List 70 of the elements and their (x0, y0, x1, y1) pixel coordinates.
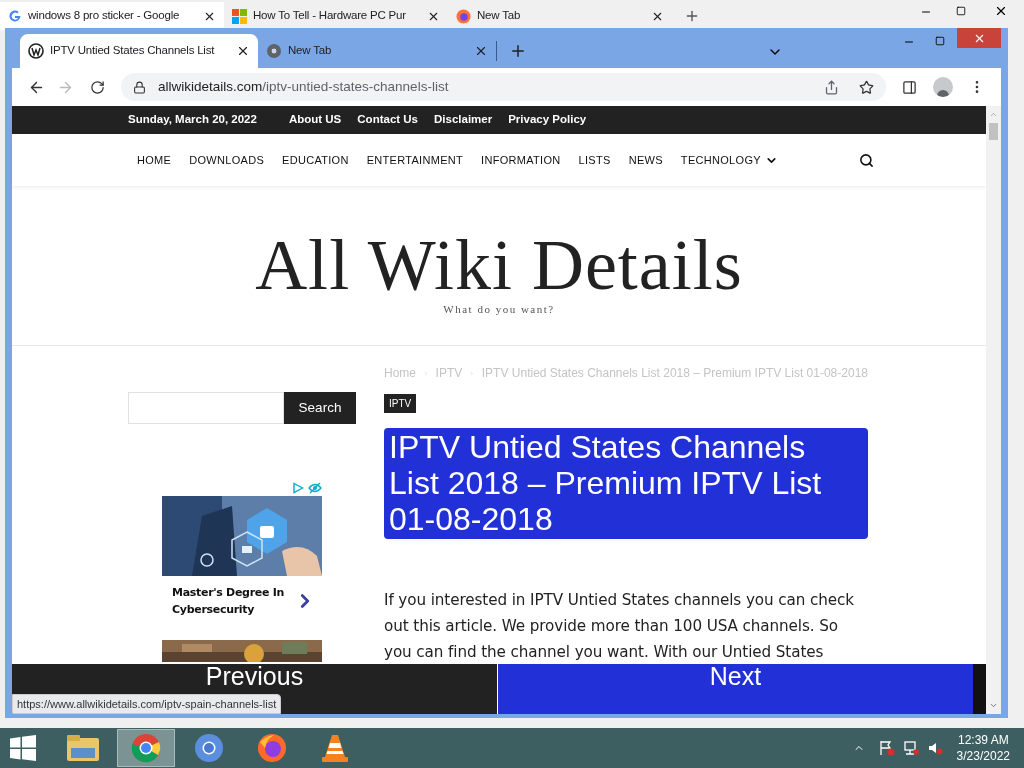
letter-g-icon (8, 9, 22, 23)
flag-icon[interactable] (878, 740, 895, 756)
ring-logo-icon (194, 733, 224, 763)
new-tab-icon[interactable] (684, 8, 700, 24)
nav-link[interactable]: EDUCATION (273, 151, 358, 169)
tab-title: windows 8 pro sticker - Google (28, 8, 180, 24)
nav-link[interactable]: TECHNOLOGY (671, 151, 787, 169)
tab-title: How To Tell - Hardware PC Pur (253, 8, 406, 24)
chrome-logo-icon (131, 733, 161, 763)
maximize-icon[interactable] (935, 36, 945, 46)
bookmark-star-icon[interactable] (859, 79, 874, 95)
new-tab-icon[interactable] (509, 42, 527, 60)
reload-icon[interactable] (90, 79, 105, 95)
address-bar[interactable]: allwikidetails.com/iptv-untied-states-channels-list (121, 73, 886, 101)
search-button[interactable]: Search (284, 392, 356, 424)
article-paragraph: If you interested in IPTV Untied States channels you can check out this article. We provide more than 100 USA channels. So you can find the channel you want. With our Untied States (384, 590, 855, 663)
top-link[interactable]: About US (288, 111, 342, 129)
four-squares-icon (232, 8, 247, 24)
site-logo-title: All Wiki Details (255, 229, 743, 302)
traffic-cone-icon (321, 733, 349, 763)
scrollbar-thumb[interactable] (989, 123, 998, 140)
breadcrumb-current: IPTV Untied States Channels List 2018 – Premium IPTV List 01-08-2018 (481, 365, 868, 382)
share-icon[interactable] (824, 79, 839, 95)
close-icon[interactable] (994, 4, 1008, 18)
next-post-button[interactable]: Next (497, 664, 973, 714)
fox-globe-logo-icon (256, 732, 288, 764)
article-title: IPTV Untied States Channels List 2018 – Premium IPTV List 01-08-2018 (384, 428, 868, 539)
circle-icon (266, 43, 282, 59)
scrollbar[interactable] (986, 106, 1001, 714)
top-link[interactable]: Disclaimer (434, 111, 493, 129)
folder-icon (66, 733, 100, 763)
nav-link[interactable]: NEWS (619, 151, 672, 169)
date-text: Sunday, March 20, 2022 (128, 112, 257, 128)
tab-title: New Tab (477, 8, 521, 24)
close-icon[interactable] (474, 44, 488, 58)
nav-link[interactable]: HOME (128, 151, 181, 169)
browser-tab[interactable]: windows 8 pro sticker - Google (0, 2, 224, 30)
tab-title: New Tab (288, 43, 332, 59)
site-tagline: What do you want? (443, 302, 555, 318)
play-triangle-icon[interactable] (292, 482, 304, 494)
letter-w-circle-icon (28, 43, 44, 59)
top-link[interactable]: Contact Us (357, 111, 418, 129)
restore-icon[interactable] (956, 6, 966, 16)
close-icon[interactable] (236, 44, 250, 58)
browser-tab[interactable]: IPTV Untied States Channels List (20, 34, 258, 68)
nav-link[interactable]: DOWNLOADS (180, 151, 274, 169)
speaker-muted-icon[interactable] (926, 740, 943, 756)
url-text: allwikidetails.com/iptv-untied-states-channels-list (158, 77, 450, 96)
fox-globe-icon (456, 8, 471, 24)
start-windows-icon[interactable] (10, 735, 36, 761)
lock-icon (133, 80, 146, 94)
network-icon[interactable] (902, 740, 919, 756)
taskbar-app[interactable] (117, 729, 175, 767)
search-icon[interactable] (858, 152, 874, 168)
ad-title[interactable]: Master's Degree In Cybersecurity (162, 584, 294, 618)
hidden-eye-icon[interactable] (308, 482, 322, 494)
tab-title: IPTV Untied States Channels List (50, 43, 215, 59)
scroll-down-icon[interactable] (989, 701, 998, 710)
status-tooltip: https://www.allwikidetails.com/iptv-spain-channels-list (12, 694, 282, 714)
search-field[interactable] (128, 392, 284, 424)
clock-date[interactable]: 3/23/2022 (956, 748, 1010, 764)
clock-time[interactable]: 12:39 AM (957, 732, 1009, 748)
nav-link[interactable]: INFORMATION (472, 151, 570, 169)
profile-avatar[interactable] (933, 77, 953, 97)
category-tag[interactable]: IPTV (384, 394, 417, 413)
nav-link[interactable]: LISTS (569, 151, 620, 169)
top-link[interactable]: Privacy Policy (508, 111, 587, 129)
post-nav-bar-end (973, 664, 986, 714)
nav-link[interactable]: ENTERTAINMENT (357, 151, 473, 169)
side-panel-icon[interactable] (902, 79, 917, 95)
